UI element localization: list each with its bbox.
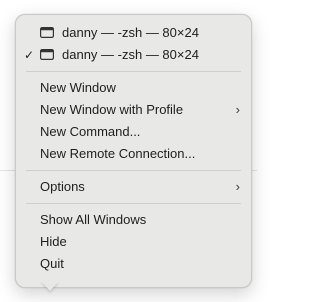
menu-separator	[26, 203, 241, 204]
menu-pointer-caret	[41, 281, 59, 291]
menu-separator	[26, 71, 241, 72]
menu-item-label: New Command...	[40, 124, 141, 139]
terminal-window-icon	[40, 27, 54, 39]
checkmark-icon: ✓	[24, 48, 35, 62]
window-item-label: danny — -zsh — 80×24	[62, 25, 199, 40]
dock-context-menu: danny — -zsh — 80×24 ✓ danny — -zsh — 80…	[15, 0, 252, 302]
menu-item-label: Quit	[40, 256, 64, 271]
menu-panel: danny — -zsh — 80×24 ✓ danny — -zsh — 80…	[15, 14, 252, 288]
menu-separator	[26, 170, 241, 171]
menu-item-new-command[interactable]: New Command...	[16, 121, 251, 143]
menu-item-quit[interactable]: Quit	[16, 253, 251, 275]
window-item-1[interactable]: danny — -zsh — 80×24	[16, 22, 251, 44]
menu-item-label: Show All Windows	[40, 212, 147, 227]
menu-item-label: Options	[40, 179, 85, 194]
window-item-label: danny — -zsh — 80×24	[62, 47, 199, 62]
menu-item-label: New Window	[40, 80, 116, 95]
menu-item-label: New Remote Connection...	[40, 146, 196, 161]
chevron-right-icon: ›	[235, 102, 240, 117]
menu-item-options[interactable]: Options ›	[16, 176, 251, 198]
menu-item-hide[interactable]: Hide	[16, 231, 251, 253]
terminal-window-icon	[40, 49, 54, 61]
window-item-2[interactable]: ✓ danny — -zsh — 80×24	[16, 44, 251, 66]
menu-item-new-remote-connection[interactable]: New Remote Connection...	[16, 143, 251, 165]
menu-item-new-window[interactable]: New Window	[16, 77, 251, 99]
chevron-right-icon: ›	[235, 179, 240, 194]
menu-item-label: Hide	[40, 234, 67, 249]
menu-item-label: New Window with Profile	[40, 102, 184, 117]
menu-item-show-all-windows[interactable]: Show All Windows	[16, 209, 251, 231]
menu-item-new-window-with-profile[interactable]: New Window with Profile ›	[16, 99, 251, 121]
